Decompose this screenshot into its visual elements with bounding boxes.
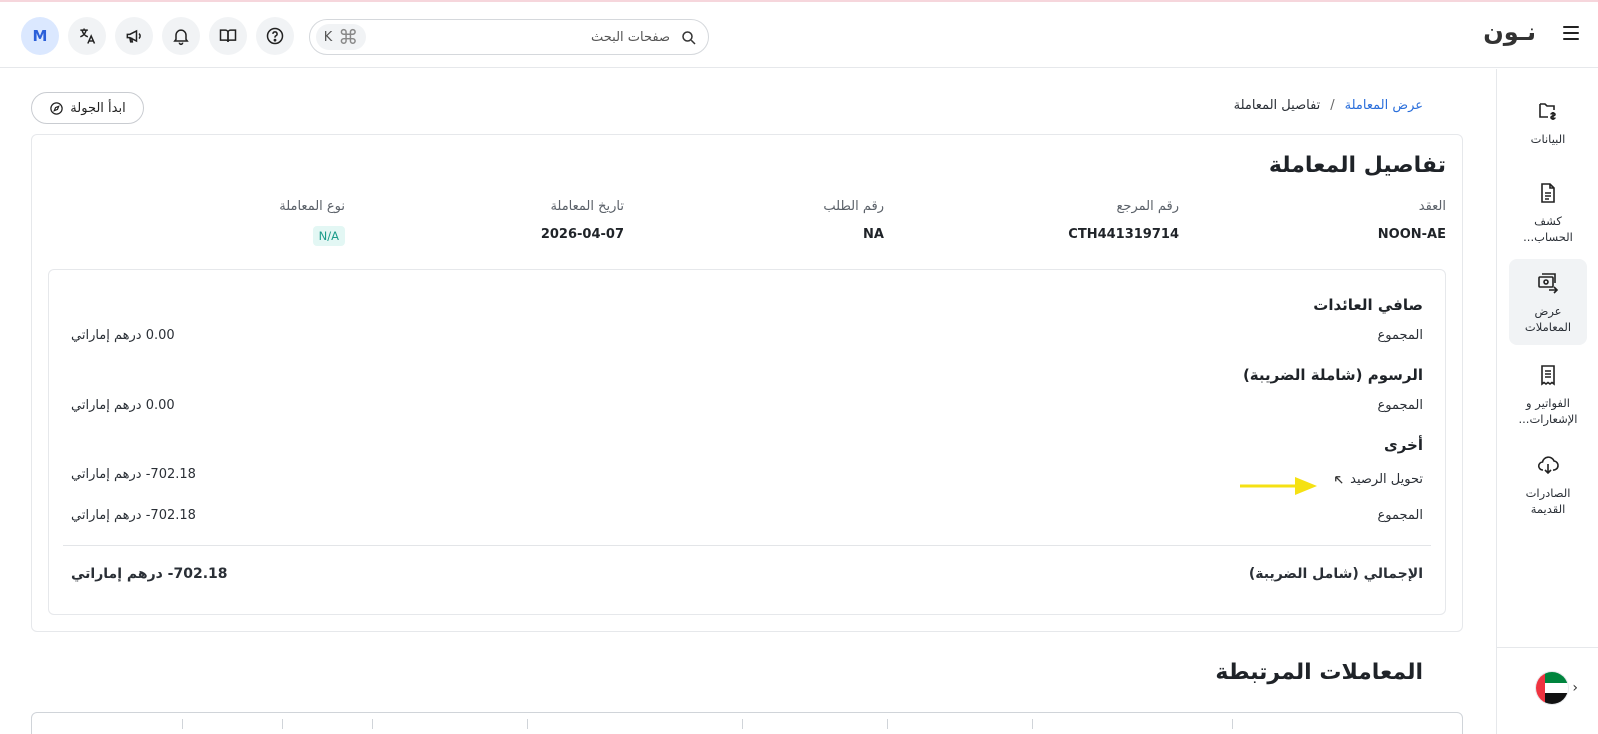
field-value-contract: NOON-AE	[1377, 227, 1446, 242]
annotation-arrow-icon	[1240, 477, 1317, 495]
other-total-value: 702.18- درهم إماراتي	[71, 508, 196, 523]
page-title: تفاصيل المعاملة	[1268, 153, 1446, 178]
announcements-button[interactable]	[115, 17, 153, 55]
sidebar-item-label: الصادرات القديمة	[1525, 486, 1571, 516]
breadcrumb-current: تفاصيل المعاملة	[1233, 98, 1321, 113]
breadcrumb: عرض المعاملة / تفاصيل المعاملة	[1234, 98, 1423, 113]
uae-flag-icon[interactable]	[1536, 672, 1568, 704]
megaphone-icon	[126, 29, 141, 43]
section-other-title: أخرى	[1383, 436, 1423, 454]
transaction-details-card: تفاصيل المعاملة العقد NOON-AE رقم المرجع…	[31, 134, 1463, 632]
sidebar-item-old-exports[interactable]: الصادرات القديمة	[1509, 441, 1587, 527]
sidebar-item-invoices[interactable]: الفواتير و الإشعارات...	[1509, 351, 1587, 437]
sidebar-item-statement[interactable]: كشف الحساب...	[1509, 169, 1587, 249]
book-icon	[219, 29, 237, 42]
balance-transfer-label: تحويل الرصيد	[1350, 472, 1423, 487]
fees-total-label: المجموع	[1377, 398, 1423, 413]
field-label-type: نوع المعاملة	[279, 199, 345, 214]
balance-transfer-value: 702.18- درهم إماراتي	[71, 467, 196, 482]
balance-transfer-link[interactable]: تحويل الرصيد	[1333, 472, 1423, 487]
field-label-date: تاريخ المعاملة	[550, 199, 624, 214]
status-badge: N/A	[312, 226, 345, 246]
breakdown-panel: صافي العائدات المجموع 0.00 درهم إماراتي …	[48, 269, 1446, 615]
field-label-order: رقم الطلب	[823, 199, 884, 214]
sidebar-divider	[1497, 647, 1598, 648]
sidebar-item-label: الفواتير و الإشعارات...	[1518, 396, 1578, 426]
start-tour-label: ابدأ الجولة	[70, 100, 126, 116]
top-header: نـون K ⌘ M	[0, 2, 1598, 68]
fees-total-value: 0.00 درهم إماراتي	[71, 398, 175, 413]
cloud-download-icon	[1537, 456, 1559, 475]
help-icon	[266, 27, 284, 45]
search-icon	[682, 31, 696, 45]
start-tour-button[interactable]: ابدأ الجولة	[31, 92, 144, 124]
data-icon	[1539, 103, 1556, 120]
menu-icon[interactable]	[1560, 22, 1582, 44]
user-avatar[interactable]: M	[21, 17, 59, 55]
sidebar-item-label: عرض المعاملات	[1524, 304, 1572, 334]
field-value-date: 2026-04-07	[540, 227, 624, 242]
transactions-icon	[1538, 273, 1559, 294]
command-key-icon: ⌘	[338, 25, 359, 49]
related-transactions-table	[31, 712, 1463, 734]
noon-logo[interactable]: نـون	[1483, 18, 1536, 46]
net-revenue-total-value: 0.00 درهم إماراتي	[71, 328, 175, 343]
field-value-reference: CTH441319714	[1068, 227, 1179, 242]
field-label-contract: العقد	[1418, 199, 1446, 214]
divider	[63, 545, 1431, 546]
language-button[interactable]	[68, 17, 106, 55]
notifications-button[interactable]	[162, 17, 200, 55]
section-fees-title: الرسوم (شاملة الضريبة)	[1242, 366, 1423, 384]
net-revenue-total-label: المجموع	[1377, 328, 1423, 343]
search-box[interactable]: K ⌘	[309, 19, 709, 55]
sidebar: البيانات كشف الحساب... عرض المعاملات الف…	[1496, 69, 1598, 734]
sidebar-item-transactions[interactable]: عرض المعاملات	[1509, 259, 1587, 345]
field-value-order: NA	[863, 227, 884, 242]
statement-icon	[1541, 183, 1555, 203]
search-shortcut: K ⌘	[316, 24, 366, 50]
chevron-right-icon[interactable]: ›	[1572, 680, 1578, 696]
grand-total-value: 702.18- درهم إماراتي	[71, 566, 228, 582]
translate-icon	[80, 28, 96, 44]
search-input[interactable]	[380, 26, 670, 48]
compass-icon	[50, 101, 64, 115]
grand-total-label: الإجمالي (شامل الضريبة)	[1248, 566, 1423, 582]
field-label-reference: رقم المرجع	[1116, 199, 1180, 214]
breadcrumb-separator: /	[1330, 98, 1335, 113]
invoice-icon	[1541, 365, 1555, 386]
help-button[interactable]	[256, 17, 294, 55]
sidebar-item-label: البيانات	[1530, 132, 1566, 146]
shortcut-key: K	[323, 29, 333, 45]
breadcrumb-parent-link[interactable]: عرض المعاملة	[1345, 98, 1423, 113]
bell-icon	[173, 29, 189, 46]
sidebar-item-label: كشف الحساب...	[1523, 214, 1573, 244]
section-net-revenue-title: صافي العائدات	[1313, 296, 1423, 314]
external-link-icon	[1335, 476, 1343, 484]
related-transactions-title: المعاملات المرتبطة	[1215, 660, 1423, 685]
other-total-label: المجموع	[1377, 508, 1423, 523]
docs-button[interactable]	[209, 17, 247, 55]
sidebar-item-data[interactable]: البيانات	[1509, 87, 1587, 157]
